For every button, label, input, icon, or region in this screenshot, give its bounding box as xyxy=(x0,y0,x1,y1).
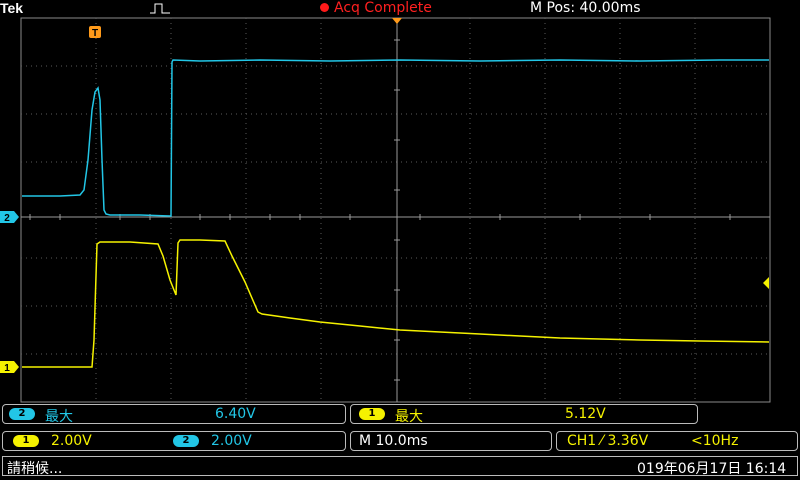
ch1-scale: 2.00V xyxy=(51,433,92,449)
ch2-scale: 2.00V xyxy=(211,433,252,449)
ch1-badge: 1 xyxy=(13,435,39,447)
ch2-waveform xyxy=(22,59,769,217)
ch1-ground-marker[interactable]: 1 xyxy=(0,361,19,374)
measurement-label: 最大 xyxy=(395,409,423,425)
svg-text:2: 2 xyxy=(4,213,10,224)
measurement-value: 5.12V xyxy=(565,406,606,422)
center-axes xyxy=(21,18,770,402)
svg-text:1: 1 xyxy=(4,363,10,374)
datetime: 019年06月17日 16:14 xyxy=(637,461,787,477)
vertical-scales[interactable]: 1 2.00V 2 2.00V xyxy=(2,431,346,451)
horizontal-position-marker[interactable] xyxy=(392,18,402,24)
trigger-frequency: <10Hz xyxy=(691,433,739,449)
trigger-setting: CH1 ⁄ 3.36V xyxy=(567,433,649,449)
ch2-badge: 2 xyxy=(173,435,199,447)
ch2-badge: 2 xyxy=(9,408,35,420)
trigger-box[interactable]: CH1 ⁄ 3.36V <10Hz xyxy=(556,431,798,451)
ch1-waveform xyxy=(22,239,770,368)
timebase-box[interactable]: M 10.0ms xyxy=(350,431,552,451)
measurement-ch2-max[interactable]: 2 最大 6.40V xyxy=(2,404,346,425)
svg-text:T: T xyxy=(92,28,98,39)
measurement-value: 6.40V xyxy=(215,406,256,422)
grid xyxy=(21,18,770,402)
ch2-ground-marker[interactable]: 2 xyxy=(0,211,19,224)
trigger-position-marker[interactable]: T xyxy=(89,26,101,39)
status-message: 請稍候... xyxy=(7,461,63,477)
status-bar: 請稍候... 019年06月17日 16:14 xyxy=(2,456,798,477)
trigger-level-arrow[interactable] xyxy=(763,277,769,289)
measurement-label: 最大 xyxy=(45,409,73,425)
measurement-ch1-max[interactable]: 1 最大 5.12V xyxy=(350,404,698,425)
timebase: M 10.0ms xyxy=(359,433,428,449)
ch1-badge: 1 xyxy=(359,408,385,420)
